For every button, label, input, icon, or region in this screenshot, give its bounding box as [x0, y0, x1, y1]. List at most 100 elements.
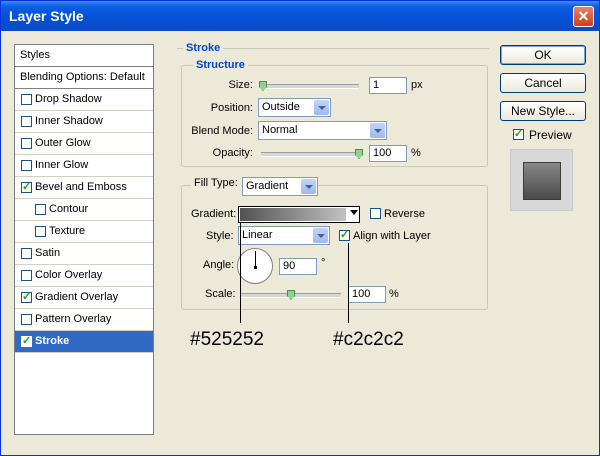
style-item-color-overlay[interactable]: Color Overlay [15, 265, 153, 287]
style-checkbox[interactable] [21, 270, 32, 281]
style-item-pattern-overlay[interactable]: Pattern Overlay [15, 309, 153, 331]
style-item-texture[interactable]: Texture [15, 221, 153, 243]
style-item-label: Gradient Overlay [35, 291, 119, 303]
blend-mode-value: Normal [262, 124, 298, 136]
structure-title: Structure [193, 59, 248, 71]
style-item-bevel-and-emboss[interactable]: Bevel and Emboss [15, 177, 153, 199]
position-label: Position: [210, 102, 253, 114]
style-item-label: Outer Glow [35, 137, 91, 149]
close-icon: ✕ [577, 8, 590, 24]
angle-unit: ° [321, 257, 326, 269]
size-unit: px [411, 79, 423, 91]
stroke-section-title: Stroke [183, 42, 224, 54]
styles-header-label: Styles [20, 49, 50, 61]
chevron-down-icon [314, 100, 329, 115]
angle-label: Angle: [203, 259, 235, 271]
style-item-contour[interactable]: Contour [15, 199, 153, 221]
style-checkbox[interactable] [21, 138, 32, 149]
style-item-label: Pattern Overlay [35, 313, 112, 325]
annotation-line-right [348, 243, 349, 323]
chevron-down-icon [370, 123, 385, 138]
style-item-label: Bevel and Emboss [35, 181, 127, 193]
style-checkbox[interactable] [21, 180, 32, 193]
style-item-inner-shadow[interactable]: Inner Shadow [15, 111, 153, 133]
position-value: Outside [262, 101, 300, 113]
fill-type-label: Fill Type: [191, 177, 241, 189]
size-input[interactable]: 1 [369, 77, 407, 94]
style-item-label: Drop Shadow [35, 93, 102, 105]
blending-options-label: Blending Options: Default [20, 71, 145, 83]
styles-list: Styles Blending Options: Default Drop Sh… [14, 44, 154, 435]
window-title: Layer Style [9, 8, 84, 24]
style-item-label: Inner Glow [35, 159, 89, 171]
ok-button[interactable]: OK [500, 45, 586, 65]
chevron-down-icon [350, 210, 358, 215]
style-item-label: Contour [49, 203, 89, 215]
style-checkbox[interactable] [21, 248, 32, 259]
size-slider-track[interactable] [261, 84, 359, 89]
gradient-swatch [240, 208, 346, 221]
fill-type-select[interactable]: Gradient [242, 177, 318, 196]
angle-dial-needle [255, 251, 256, 267]
preview-checkbox[interactable] [513, 127, 524, 140]
style-checkbox[interactable] [21, 334, 32, 347]
style-preview [510, 149, 573, 211]
styles-header[interactable]: Styles [15, 45, 153, 67]
opacity-input[interactable]: 100 [369, 145, 407, 162]
opacity-unit: % [411, 147, 421, 159]
new-style-button[interactable]: New Style... [500, 101, 586, 121]
style-checkbox[interactable] [21, 94, 32, 105]
style-checkbox[interactable] [21, 314, 32, 325]
style-item-label: Satin [35, 247, 61, 259]
style-label: Style: [206, 230, 234, 242]
opacity-label: Opacity: [212, 147, 253, 159]
style-select[interactable]: Linear [238, 226, 330, 245]
style-checkbox[interactable] [35, 204, 46, 215]
close-button[interactable]: ✕ [573, 6, 594, 27]
style-item-drop-shadow[interactable]: Drop Shadow [15, 89, 153, 111]
chevron-down-icon [313, 228, 328, 243]
style-item-label: Texture [49, 225, 86, 237]
style-item-inner-glow[interactable]: Inner Glow [15, 155, 153, 177]
title-bar[interactable]: Layer Style ✕ [1, 1, 599, 31]
style-checkbox[interactable] [21, 160, 32, 171]
gradient-picker[interactable] [238, 206, 360, 223]
style-checkbox[interactable] [21, 290, 32, 303]
annotation-line-left [240, 223, 241, 323]
reverse-label: Reverse [384, 208, 425, 220]
cancel-button[interactable]: Cancel [500, 73, 586, 93]
chevron-down-icon [301, 179, 316, 194]
align-with-layer-checkbox[interactable] [339, 228, 350, 241]
style-checkbox[interactable] [21, 116, 32, 127]
style-item-gradient-overlay[interactable]: Gradient Overlay [15, 287, 153, 309]
preview-label: Preview [529, 128, 572, 142]
gradient-label: Gradient: [191, 208, 237, 220]
size-label: Size: [228, 79, 253, 91]
layer-style-dialog: Layer Style ✕ Styles Blending Options: D… [0, 0, 600, 456]
scale-label: Scale: [205, 288, 236, 300]
position-select[interactable]: Outside [258, 98, 331, 117]
style-item-label: Inner Shadow [35, 115, 103, 127]
style-item-label: Color Overlay [35, 269, 103, 281]
preview-swatch [523, 162, 561, 200]
angle-dial-center [254, 266, 257, 269]
opacity-slider-track[interactable] [261, 152, 359, 157]
angle-dial[interactable] [237, 248, 273, 284]
blend-mode-label: Blend Mode: [191, 125, 253, 137]
angle-input[interactable]: 90 [279, 258, 317, 275]
blending-options-item[interactable]: Blending Options: Default [15, 67, 153, 89]
fill-type-value: Gradient [246, 180, 289, 192]
align-with-layer-label: Align with Layer [353, 230, 431, 242]
style-checkbox[interactable] [35, 226, 46, 237]
scale-input[interactable]: 100 [348, 286, 386, 303]
style-item-satin[interactable]: Satin [15, 243, 153, 265]
style-item-stroke[interactable]: Stroke [15, 331, 153, 353]
style-item-label: Stroke [35, 335, 70, 347]
annotation-left-color: #525252 [190, 329, 264, 350]
blend-mode-select[interactable]: Normal [258, 121, 387, 140]
style-value: Linear [242, 229, 273, 241]
reverse-checkbox[interactable] [370, 208, 381, 219]
scale-unit: % [389, 288, 399, 300]
style-item-outer-glow[interactable]: Outer Glow [15, 133, 153, 155]
annotation-right-color: #c2c2c2 [333, 329, 404, 350]
